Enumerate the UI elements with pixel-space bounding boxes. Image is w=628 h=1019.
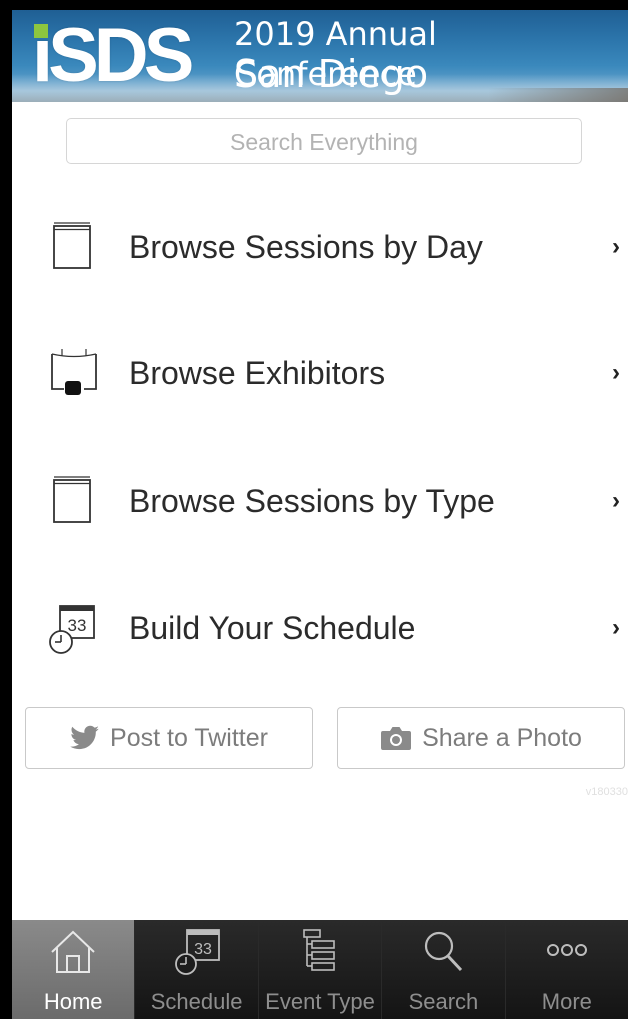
search-icon xyxy=(425,931,463,972)
book-icon xyxy=(53,476,91,523)
more-dots-icon xyxy=(546,944,587,956)
search-input[interactable]: Search Everything xyxy=(66,118,582,164)
menu-item-label: Build Your Schedule xyxy=(129,610,416,646)
home-icon xyxy=(51,930,95,973)
chevron-right-icon: › xyxy=(612,487,620,514)
share-a-photo-button[interactable]: Share a Photo xyxy=(337,707,625,769)
tab-label: Home xyxy=(43,989,103,1014)
menu-item-label: Browse Sessions by Type xyxy=(129,483,495,519)
svg-text:33: 33 xyxy=(194,941,212,958)
post-to-twitter-button[interactable]: Post to Twitter xyxy=(25,707,313,769)
calendar-clock-icon: 33 xyxy=(174,929,220,975)
tab-home[interactable]: Home xyxy=(12,920,135,1019)
bottom-tab-bar: Home 33 Schedule Event Type Search More xyxy=(12,920,628,1019)
menu-browse-sessions-by-day[interactable]: Browse Sessions by Day › xyxy=(12,197,628,297)
tree-list-icon xyxy=(303,929,335,971)
book-icon xyxy=(53,222,91,269)
menu-item-label: Browse Sessions by Day xyxy=(129,229,483,265)
tab-schedule[interactable]: 33 Schedule xyxy=(134,920,258,1019)
camera-icon xyxy=(381,727,412,750)
menu-browse-sessions-by-type[interactable]: Browse Sessions by Type › xyxy=(12,451,628,551)
chevron-right-icon: › xyxy=(612,359,620,386)
calendar-clock-icon: 33 xyxy=(49,605,95,654)
exhibitor-booth-icon xyxy=(51,349,97,395)
twitter-button-label: Post to Twitter xyxy=(110,723,268,752)
menu-item-label: Browse Exhibitors xyxy=(129,355,386,391)
photo-button-label: Share a Photo xyxy=(422,723,582,752)
logo-accent-mark xyxy=(34,24,48,38)
chevron-right-icon: › xyxy=(612,614,620,641)
tab-event-type[interactable]: Event Type xyxy=(257,920,382,1019)
twitter-bird-icon xyxy=(70,725,100,750)
app-screen: iSDS 2019 Annual Conference San Diego Se… xyxy=(12,10,628,1019)
tab-label: More xyxy=(541,989,592,1014)
menu-build-your-schedule[interactable]: 33 Build Your Schedule › xyxy=(12,578,628,678)
banner-location: San Diego xyxy=(234,52,429,96)
tab-label: Event Type xyxy=(265,989,375,1014)
tab-search[interactable]: Search xyxy=(381,920,505,1019)
menu-browse-exhibitors[interactable]: Browse Exhibitors › xyxy=(12,323,628,423)
tab-more[interactable]: More xyxy=(504,920,628,1019)
calendar-day-number: 33 xyxy=(68,616,87,635)
version-label: v180330 xyxy=(585,786,628,798)
isds-logo: iSDS xyxy=(32,13,194,98)
chevron-right-icon: › xyxy=(612,233,620,260)
tab-label: Schedule xyxy=(150,989,243,1014)
tab-label: Search xyxy=(408,989,479,1014)
conference-banner: iSDS 2019 Annual Conference San Diego xyxy=(12,10,628,102)
